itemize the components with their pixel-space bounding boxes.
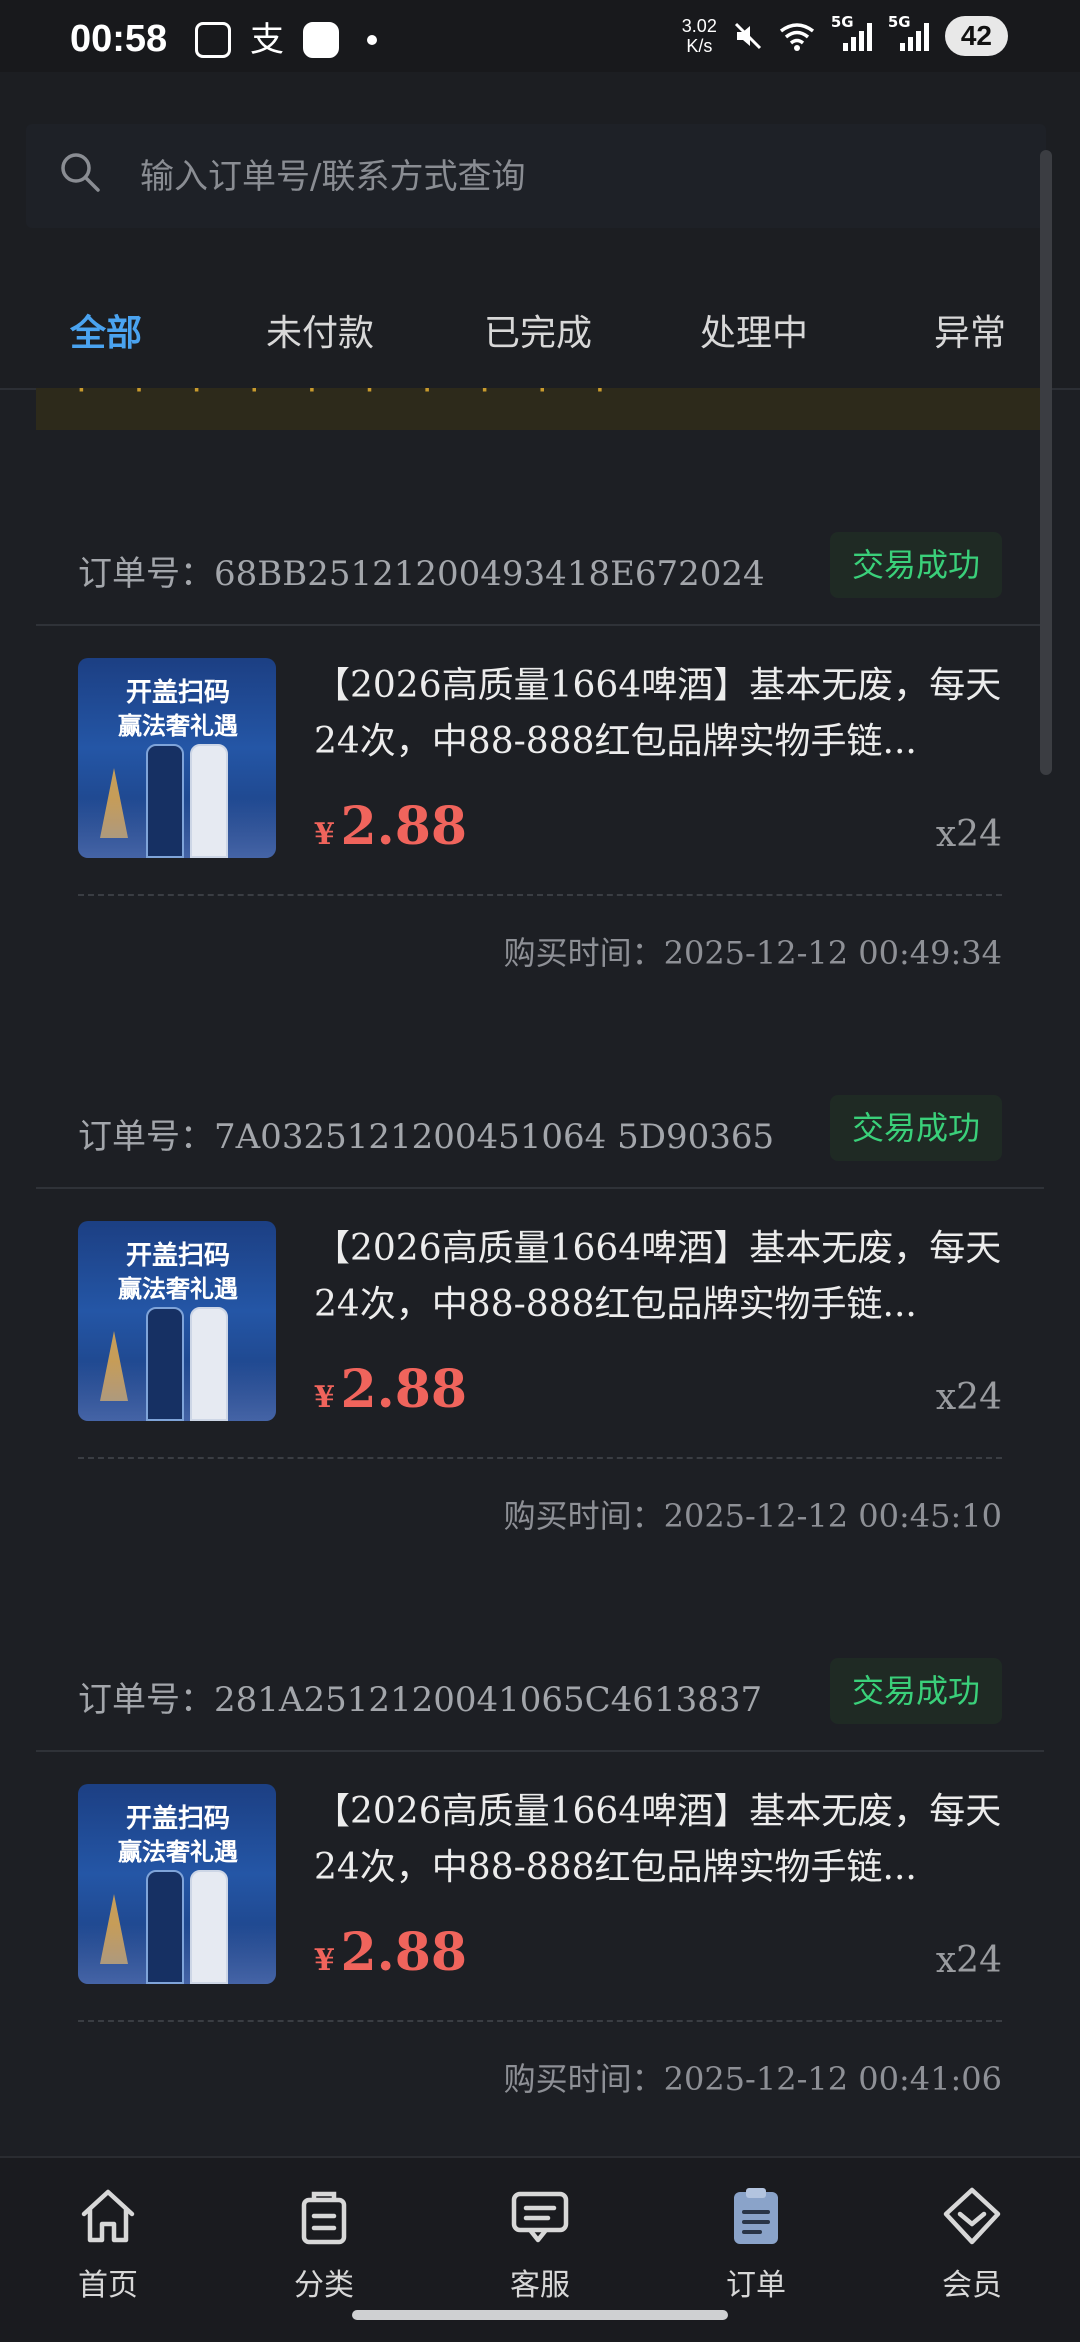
status-badge: 交易成功 — [829, 1095, 1002, 1161]
status-bar: 00:58 支 3.02 K/s 5G 5G 42 — [0, 0, 1080, 72]
thumb-text-1: 开盖扫码 — [125, 1241, 230, 1271]
nav-label-service: 客服 — [510, 2268, 570, 2303]
nav-category[interactable]: 分类 — [254, 2184, 394, 2304]
product-image[interactable]: 开盖扫码 赢法奢礼遇 — [78, 658, 276, 858]
notification-icons: 支 — [195, 22, 377, 58]
tab-abnormal[interactable]: 异常 — [934, 304, 1006, 356]
net-speed-value: 3.02 — [681, 16, 717, 36]
order-tabs: 全部 未付款 已完成 处理中 异常 — [0, 252, 1080, 390]
screenshot-icon — [195, 22, 231, 58]
search-input[interactable] — [138, 124, 1002, 230]
status-right: 3.02 K/s 5G 5G 42 — [682, 13, 1008, 56]
divider — [78, 1457, 1002, 1459]
thumb-text-1: 开盖扫码 — [125, 678, 230, 708]
status-badge: 交易成功 — [829, 1658, 1002, 1724]
product-price: ¥ 2.88 — [314, 1922, 467, 1983]
divider — [78, 2020, 1002, 2022]
order-number: 订单号：68BB25121200493418E672024 — [78, 554, 765, 594]
quantity: x24 — [935, 1940, 1002, 1981]
diamond-icon — [943, 2187, 1001, 2245]
home-indicator[interactable] — [352, 2310, 728, 2320]
product-title[interactable]: 【2026高质量1664啤酒】基本无废，每天24次，中88-888红包品牌实物手… — [314, 658, 1014, 770]
nav-home[interactable]: 首页 — [38, 2184, 178, 2304]
nav-orders[interactable]: 订单 — [686, 2184, 826, 2304]
battery-level: 42 — [944, 16, 1008, 56]
product-title[interactable]: 【2026高质量1664啤酒】基本无废，每天24次，中88-888红包品牌实物手… — [314, 1221, 1014, 1333]
more-notifications-dot — [367, 35, 377, 45]
wifi-icon — [779, 23, 814, 51]
purchase-time: 购买时间：2025-12-12 00:45:10 — [503, 1497, 1002, 1535]
nav-label-orders: 订单 — [726, 2268, 786, 2303]
product-price: ¥ 2.88 — [314, 796, 467, 857]
nav-label-home: 首页 — [78, 2268, 138, 2303]
signal-1: 5G — [831, 13, 872, 51]
nav-label-member: 会员 — [942, 2268, 1002, 2303]
purchase-time: 购买时间：2025-12-12 00:49:34 — [503, 934, 1002, 972]
status-badge: 交易成功 — [829, 532, 1002, 598]
tab-all[interactable]: 全部 — [70, 304, 142, 356]
price-value: 2.88 — [340, 1922, 468, 1983]
tab-completed[interactable]: 已完成 — [484, 304, 592, 356]
bag-icon — [301, 2191, 347, 2245]
currency-symbol: ¥ — [314, 1943, 335, 1978]
quantity: x24 — [935, 1377, 1002, 1418]
order-header: 订单号：68BB25121200493418E672024 交易成功 — [36, 510, 1044, 626]
nav-member[interactable]: 会员 — [902, 2184, 1042, 2304]
notice-banner: · · · · · · · · · · — [36, 388, 1044, 430]
chat-icon — [511, 2191, 569, 2243]
status-time: 00:58 — [70, 18, 168, 60]
net-speed-unit: K/s — [686, 36, 713, 56]
currency-symbol: ¥ — [314, 1380, 335, 1415]
network-type-1: 5G — [830, 13, 854, 31]
thumb-text-2: 赢法奢礼遇 — [118, 712, 238, 740]
product-image[interactable]: 开盖扫码 赢法奢礼遇 — [78, 1221, 276, 1421]
search-area — [0, 72, 1080, 252]
nav-service[interactable]: 客服 — [470, 2184, 610, 2304]
net-speed: 3.02 K/s — [682, 16, 717, 56]
currency-symbol: ¥ — [314, 817, 335, 852]
app-notification-icon — [303, 22, 339, 58]
clipboard-icon — [734, 2188, 778, 2244]
thumb-text-2: 赢法奢礼遇 — [118, 1275, 238, 1303]
tab-processing[interactable]: 处理中 — [700, 304, 808, 356]
divider — [78, 894, 1002, 896]
order-header: 订单号：7A0325121200451064 5D90365 交易成功 — [36, 1073, 1044, 1189]
product-title[interactable]: 【2026高质量1664啤酒】基本无废，每天24次，中88-888红包品牌实物手… — [314, 1784, 1014, 1896]
price-value: 2.88 — [340, 796, 468, 857]
thumb-text-1: 开盖扫码 — [125, 1804, 230, 1834]
purchase-time: 购买时间：2025-12-12 00:41:06 — [503, 2060, 1002, 2098]
alipay-icon: 支 — [250, 20, 284, 60]
search-box[interactable] — [26, 124, 1046, 230]
thumb-text-2: 赢法奢礼遇 — [118, 1838, 238, 1866]
price-value: 2.88 — [340, 1359, 468, 1420]
order-number: 订单号：7A0325121200451064 5D90365 — [78, 1117, 775, 1157]
tab-unpaid[interactable]: 未付款 — [266, 304, 374, 356]
product-price: ¥ 2.88 — [314, 1359, 467, 1420]
scrollbar[interactable] — [1040, 150, 1052, 775]
mute-icon — [734, 22, 761, 50]
home-icon — [81, 2189, 135, 2243]
quantity: x24 — [935, 814, 1002, 855]
signal-2: 5G — [888, 13, 929, 51]
network-type-2: 5G — [887, 13, 911, 31]
product-image[interactable]: 开盖扫码 赢法奢礼遇 — [78, 1784, 276, 1984]
order-number: 订单号：281A2512120041065C4613837 — [78, 1680, 763, 1720]
search-icon — [61, 153, 100, 192]
order-header: 订单号：281A2512120041065C4613837 交易成功 — [36, 1636, 1044, 1752]
nav-label-category: 分类 — [294, 2268, 354, 2303]
